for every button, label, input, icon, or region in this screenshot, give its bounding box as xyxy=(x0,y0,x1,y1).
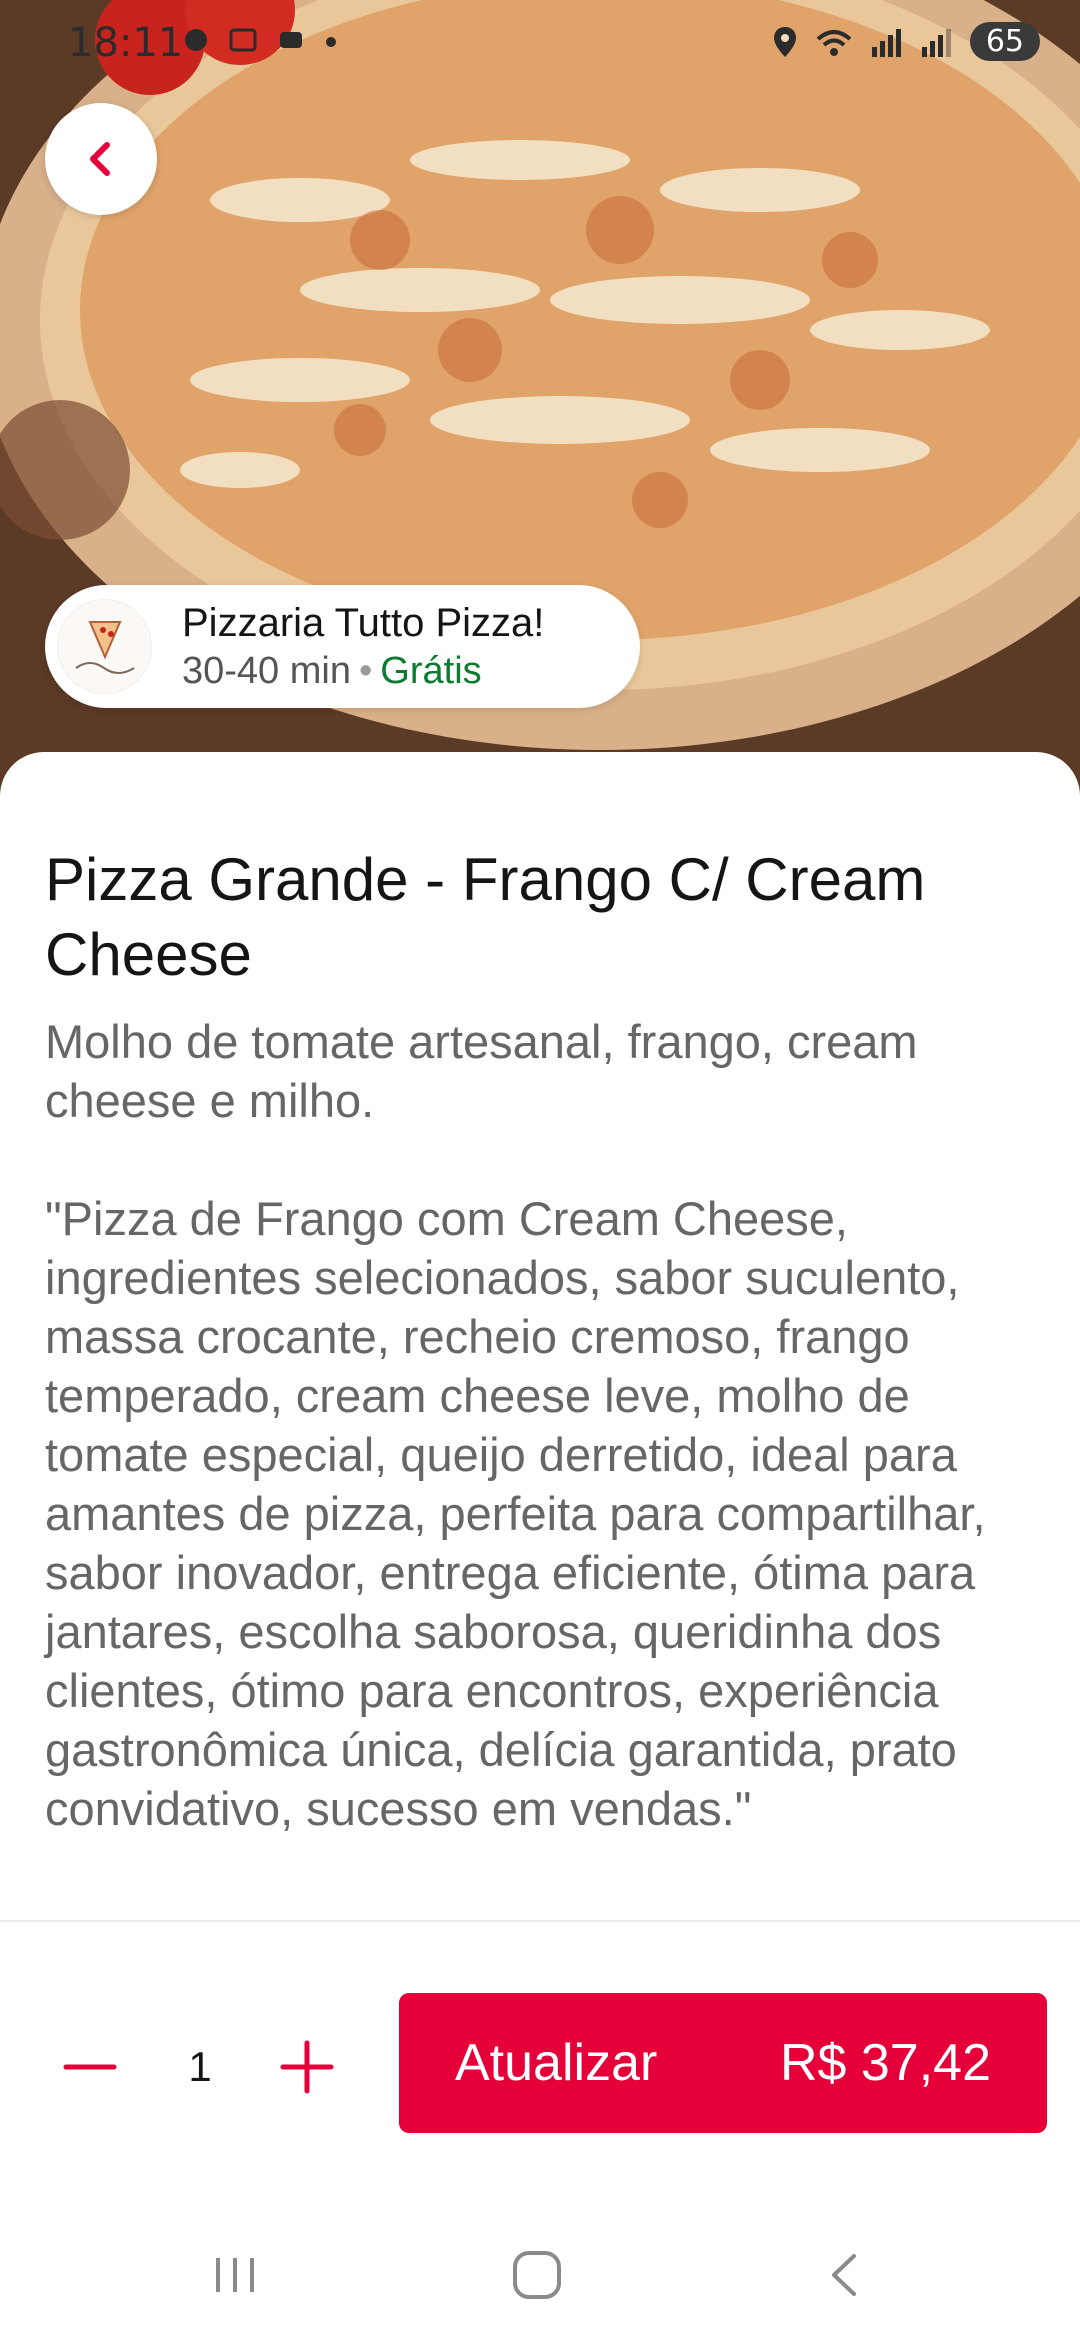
decrease-quantity-button[interactable] xyxy=(58,2035,122,2099)
restaurant-name: Pizzaria Tutto Pizza! xyxy=(182,600,545,645)
restaurant-card[interactable]: Pizzaria Tutto Pizza! 30-40 min • Grátis xyxy=(45,585,640,708)
restaurant-logo xyxy=(57,599,152,694)
whatsapp-icon xyxy=(185,29,207,51)
location-icon xyxy=(773,26,796,57)
wifi-icon xyxy=(816,29,852,56)
status-bar: 18:11 65 xyxy=(0,0,1080,90)
update-cart-button[interactable]: Atualizar R$ 37,42 xyxy=(399,1993,1047,2133)
product-title: Pizza Grande - Frango C/ Cream Cheese xyxy=(45,846,926,988)
separator-dot: • xyxy=(358,649,373,692)
back-nav-icon[interactable] xyxy=(820,2250,870,2300)
recent-apps-icon[interactable] xyxy=(210,2250,260,2300)
quantity-value: 1 xyxy=(188,2043,212,2090)
price-label: R$ 37,42 xyxy=(779,2034,991,2092)
home-icon[interactable] xyxy=(510,2248,564,2302)
restaurant-meta: 30-40 min • Grátis xyxy=(182,647,544,695)
screenshot-icon xyxy=(229,28,257,52)
increase-quantity-button[interactable] xyxy=(275,2035,339,2099)
battery-icon: 65 xyxy=(969,22,1040,61)
delivery-fee: Grátis xyxy=(380,649,482,692)
delivery-time: 30-40 min xyxy=(182,649,351,692)
app-icon xyxy=(280,32,302,48)
status-time: 18:11 xyxy=(68,20,184,66)
chevron-left-icon xyxy=(90,142,110,176)
signal-icon xyxy=(871,28,901,57)
signal-icon xyxy=(921,28,951,57)
dot-icon xyxy=(326,37,336,47)
pizza-logo-icon xyxy=(74,620,135,674)
plus-icon xyxy=(280,2040,334,2094)
product-details-sheet[interactable]: Pizza Grande - Frango C/ Cream Cheese Mo… xyxy=(0,752,1080,1922)
update-label: Atualizar xyxy=(455,2034,658,2092)
product-description: Molho de tomate artesanal, frango, cream… xyxy=(45,1015,986,1835)
minus-icon xyxy=(63,2064,117,2070)
navigation-bar xyxy=(0,2220,1080,2340)
divider xyxy=(0,1920,1080,1922)
back-button[interactable] xyxy=(45,103,157,215)
